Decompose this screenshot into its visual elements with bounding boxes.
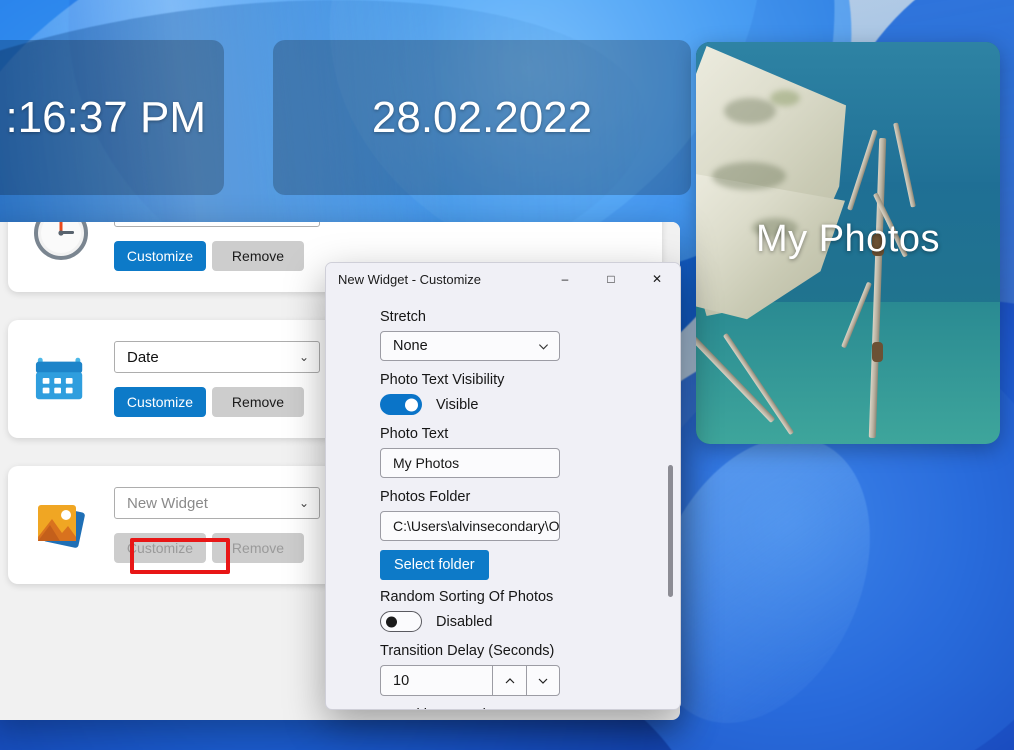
photo-text-value: My Photos bbox=[393, 455, 459, 471]
widget-type-value: New Widget bbox=[127, 495, 208, 512]
dialog-content: Stretch None Photo Text Visibility Visib… bbox=[326, 295, 680, 709]
desktop-time-widget[interactable]: :16:37 PM bbox=[0, 40, 224, 195]
random-sorting-label: Random Sorting Of Photos bbox=[380, 589, 656, 605]
chevron-down-icon: ⌄ bbox=[299, 496, 309, 510]
dialog-close-button[interactable]: ✕ bbox=[634, 264, 680, 295]
stretch-value: None bbox=[393, 338, 428, 354]
random-sorting-toggle[interactable] bbox=[380, 611, 422, 632]
stepper-up-button[interactable] bbox=[492, 665, 526, 696]
remove-button-time[interactable]: Remove bbox=[212, 241, 304, 271]
desktop-time-value: :16:37 PM bbox=[5, 93, 206, 143]
transition-duration-label: Transition Duration bbox=[380, 707, 656, 709]
photos-folder-value: C:\Users\alvinsecondary\O bbox=[393, 518, 560, 534]
stretch-label: Stretch bbox=[380, 309, 656, 325]
photo-text-label: Photo Text bbox=[380, 426, 656, 442]
stretch-dropdown[interactable]: None bbox=[380, 331, 560, 361]
dialog-scrollbar-thumb[interactable] bbox=[668, 465, 673, 597]
dialog-titlebar[interactable]: New Widget - Customize – □ ✕ bbox=[326, 263, 680, 295]
random-sorting-row: Disabled bbox=[380, 611, 656, 632]
photos-folder-input[interactable]: C:\Users\alvinsecondary\O bbox=[380, 511, 560, 541]
chevron-down-icon bbox=[538, 341, 549, 352]
photos-folder-label: Photos Folder bbox=[380, 489, 656, 505]
desktop-date-widget[interactable]: 28.02.2022 bbox=[273, 40, 691, 195]
photo-text-input[interactable]: My Photos bbox=[380, 448, 560, 478]
dialog-title: New Widget - Customize bbox=[338, 272, 542, 287]
widget-type-combo-time[interactable]: Time ⌄ bbox=[114, 222, 320, 227]
random-sorting-state: Disabled bbox=[436, 614, 492, 630]
customize-button-time[interactable]: Customize bbox=[114, 241, 206, 271]
widget-type-combo-date[interactable]: Date ⌄ bbox=[114, 341, 320, 373]
customize-button-date[interactable]: Customize bbox=[114, 387, 206, 417]
dialog-scrollbar[interactable] bbox=[665, 297, 677, 705]
photo-text-visibility-state: Visible bbox=[436, 397, 478, 413]
chevron-down-icon bbox=[536, 674, 550, 688]
clock-icon bbox=[30, 222, 92, 263]
desktop-date-value: 28.02.2022 bbox=[372, 93, 592, 143]
select-folder-button[interactable]: Select folder bbox=[380, 550, 489, 580]
photo-text-visibility-toggle[interactable] bbox=[380, 394, 422, 415]
customize-button-new-widget[interactable]: Customize bbox=[114, 533, 206, 563]
photo-text-overlay: My Photos bbox=[696, 218, 1000, 261]
photo-text-visibility-row: Visible bbox=[380, 394, 656, 415]
dialog-caption-buttons: – □ ✕ bbox=[542, 264, 680, 295]
photo-text-visibility-label: Photo Text Visibility bbox=[380, 372, 656, 388]
photos-icon bbox=[30, 495, 92, 555]
chevron-up-icon bbox=[503, 674, 517, 688]
remove-button-new-widget[interactable]: Remove bbox=[212, 533, 304, 563]
desktop-photos-widget[interactable]: My Photos bbox=[696, 42, 1000, 444]
widget-type-value: Date bbox=[127, 349, 159, 366]
stepper-down-button[interactable] bbox=[526, 665, 560, 696]
widget-type-combo-new[interactable]: New Widget ⌄ bbox=[114, 487, 320, 519]
chevron-down-icon: ⌄ bbox=[299, 350, 309, 364]
dialog-maximize-button[interactable]: □ bbox=[588, 264, 634, 295]
remove-button-date[interactable]: Remove bbox=[212, 387, 304, 417]
transition-delay-label: Transition Delay (Seconds) bbox=[380, 643, 656, 659]
customize-dialog[interactable]: New Widget - Customize – □ ✕ Stretch Non… bbox=[325, 262, 681, 710]
toggle-knob bbox=[386, 616, 397, 627]
transition-delay-stepper[interactable]: 10 bbox=[380, 665, 560, 696]
calendar-icon bbox=[30, 349, 92, 409]
transition-delay-value[interactable]: 10 bbox=[380, 665, 492, 696]
toggle-knob bbox=[405, 398, 418, 411]
dialog-minimize-button[interactable]: – bbox=[542, 264, 588, 295]
